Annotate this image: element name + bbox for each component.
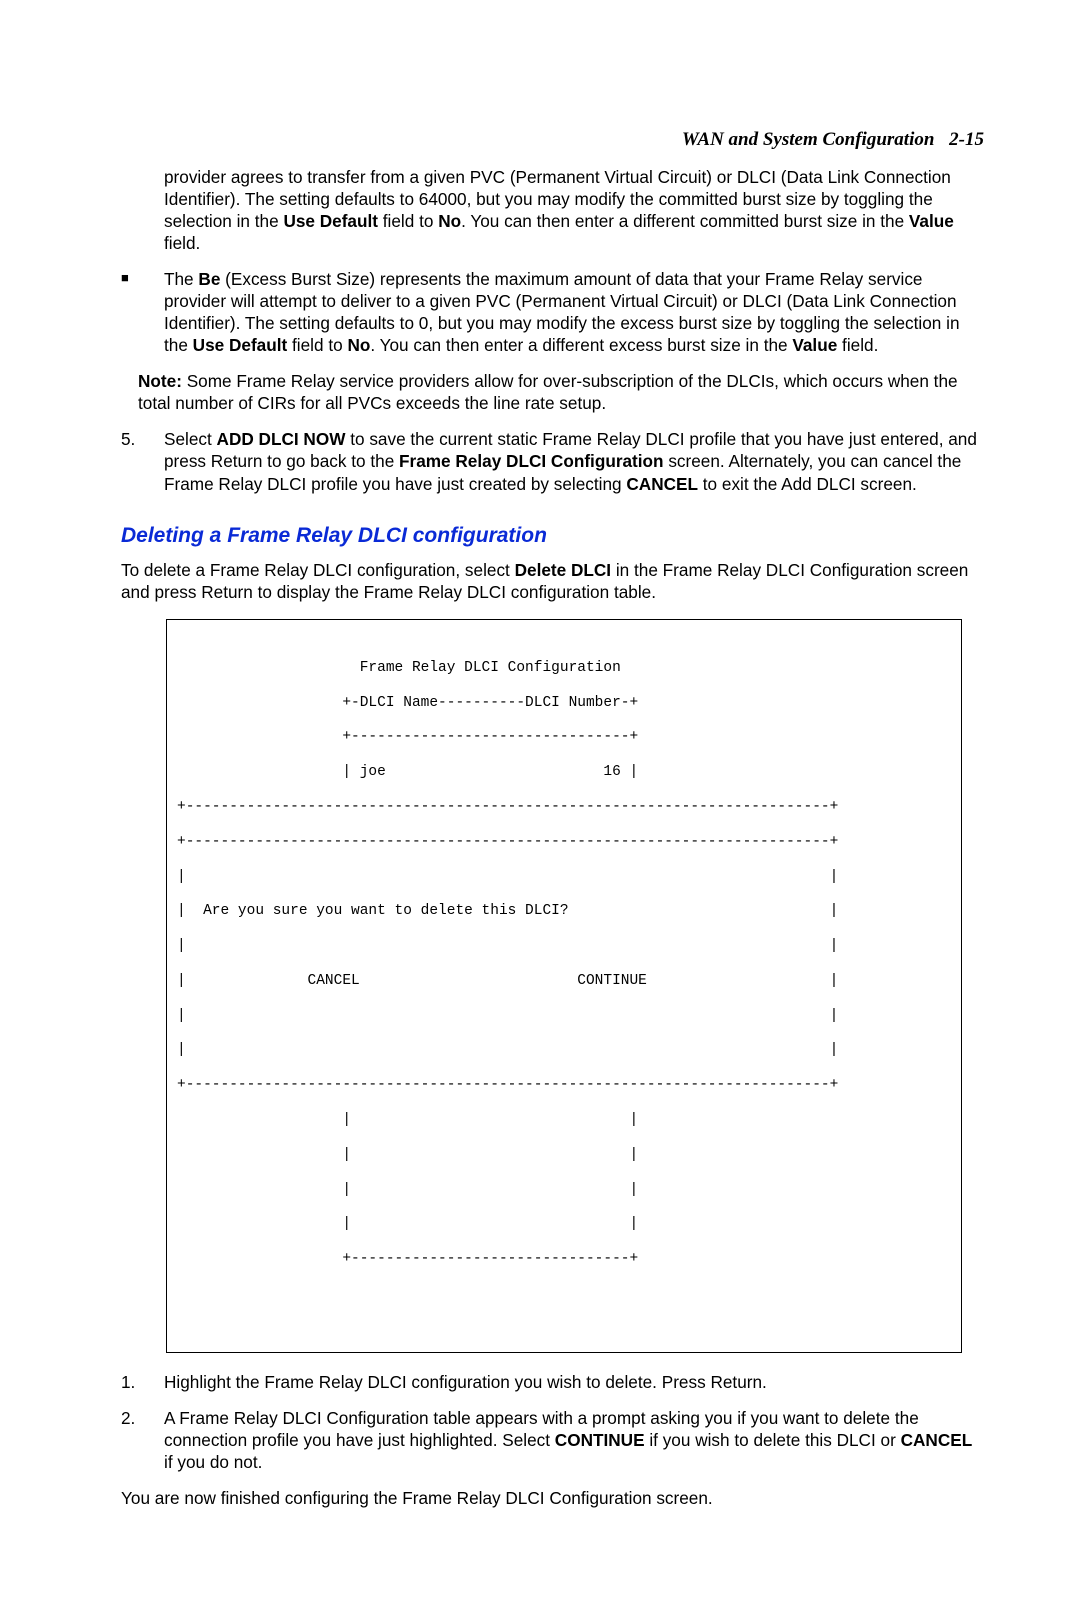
term-line: +--------------------------------+ — [177, 1251, 951, 1268]
term-line: +--------------------------------+ — [177, 729, 951, 746]
bold-text: CANCEL — [901, 1430, 973, 1450]
note-text: Some Frame Relay service providers allow… — [138, 371, 958, 413]
text: if you do not. — [164, 1452, 262, 1472]
bold-text: No — [438, 211, 461, 231]
text: field. — [164, 233, 200, 253]
term-line: | | — [177, 1042, 951, 1059]
term-line: | Are you sure you want to delete this D… — [177, 903, 951, 920]
term-line: +---------------------------------------… — [177, 1077, 951, 1094]
bold-text: No — [347, 335, 370, 355]
text: To delete a Frame Relay DLCI configurati… — [121, 560, 515, 580]
step-number: 2. — [121, 1407, 135, 1429]
header-section-title: WAN and System Configuration — [682, 129, 935, 150]
term-line: | | — [177, 1147, 951, 1164]
text: field to — [378, 211, 438, 231]
bold-text: Be — [198, 269, 220, 289]
bold-text: CANCEL — [626, 474, 698, 494]
bold-text: Use Default — [283, 211, 378, 231]
square-bullet-icon: ■ — [121, 270, 129, 287]
term-line: +-DLCI Name----------DLCI Number-+ — [177, 695, 951, 712]
step-1: 1. Highlight the Frame Relay DLCI config… — [96, 1371, 984, 1393]
bold-text: Use Default — [193, 335, 288, 355]
text: . You can then enter a different excess … — [370, 335, 792, 355]
closing-paragraph: You are now finished configuring the Fra… — [121, 1487, 984, 1509]
term-line: | | — [177, 1182, 951, 1199]
text: . You can then enter a different committ… — [461, 211, 909, 231]
header-page-number: 2-15 — [949, 129, 984, 150]
bold-text: Frame Relay DLCI Configuration — [399, 451, 664, 471]
note-label: Note: — [138, 371, 182, 391]
running-header: WAN and System Configuration 2-15 — [96, 128, 984, 152]
text: Highlight the Frame Relay DLCI configura… — [164, 1372, 767, 1392]
term-line: | CANCEL CONTINUE | — [177, 973, 951, 990]
text: if you wish to delete this DLCI or — [645, 1430, 901, 1450]
continued-paragraph: provider agrees to transfer from a given… — [164, 166, 984, 254]
term-line: +---------------------------------------… — [177, 834, 951, 851]
section-intro-paragraph: To delete a Frame Relay DLCI configurati… — [121, 559, 984, 603]
step-number: 5. — [121, 428, 135, 450]
step-5: 5. Select ADD DLCI NOW to save the curre… — [96, 428, 984, 494]
term-line: | | — [177, 1008, 951, 1025]
step-2: 2. A Frame Relay DLCI Configuration tabl… — [96, 1407, 984, 1473]
bold-text: Delete DLCI — [515, 560, 611, 580]
term-line: | | — [177, 1112, 951, 1129]
text: field. — [837, 335, 878, 355]
term-line: | | — [177, 938, 951, 955]
text: Select — [164, 429, 217, 449]
text: to exit the Add DLCI screen. — [698, 474, 917, 494]
term-line: | joe 16 | — [177, 764, 951, 781]
bold-text: ADD DLCI NOW — [217, 429, 346, 449]
term-line: | | — [177, 1216, 951, 1233]
bold-text: Value — [792, 335, 837, 355]
bullet-item-be: ■ The Be (Excess Burst Size) represents … — [96, 268, 984, 356]
text: field to — [287, 335, 347, 355]
terminal-screenshot: Frame Relay DLCI Configuration +-DLCI Na… — [166, 619, 962, 1353]
term-line: Frame Relay DLCI Configuration — [177, 660, 951, 677]
section-heading-deleting: Deleting a Frame Relay DLCI configuratio… — [121, 523, 984, 550]
step-number: 1. — [121, 1371, 135, 1393]
term-line: +---------------------------------------… — [177, 799, 951, 816]
bold-text: Value — [909, 211, 954, 231]
bold-text: CONTINUE — [555, 1430, 645, 1450]
term-line: | | — [177, 869, 951, 886]
note-paragraph: Note: Some Frame Relay service providers… — [138, 370, 984, 414]
text: The — [164, 269, 198, 289]
